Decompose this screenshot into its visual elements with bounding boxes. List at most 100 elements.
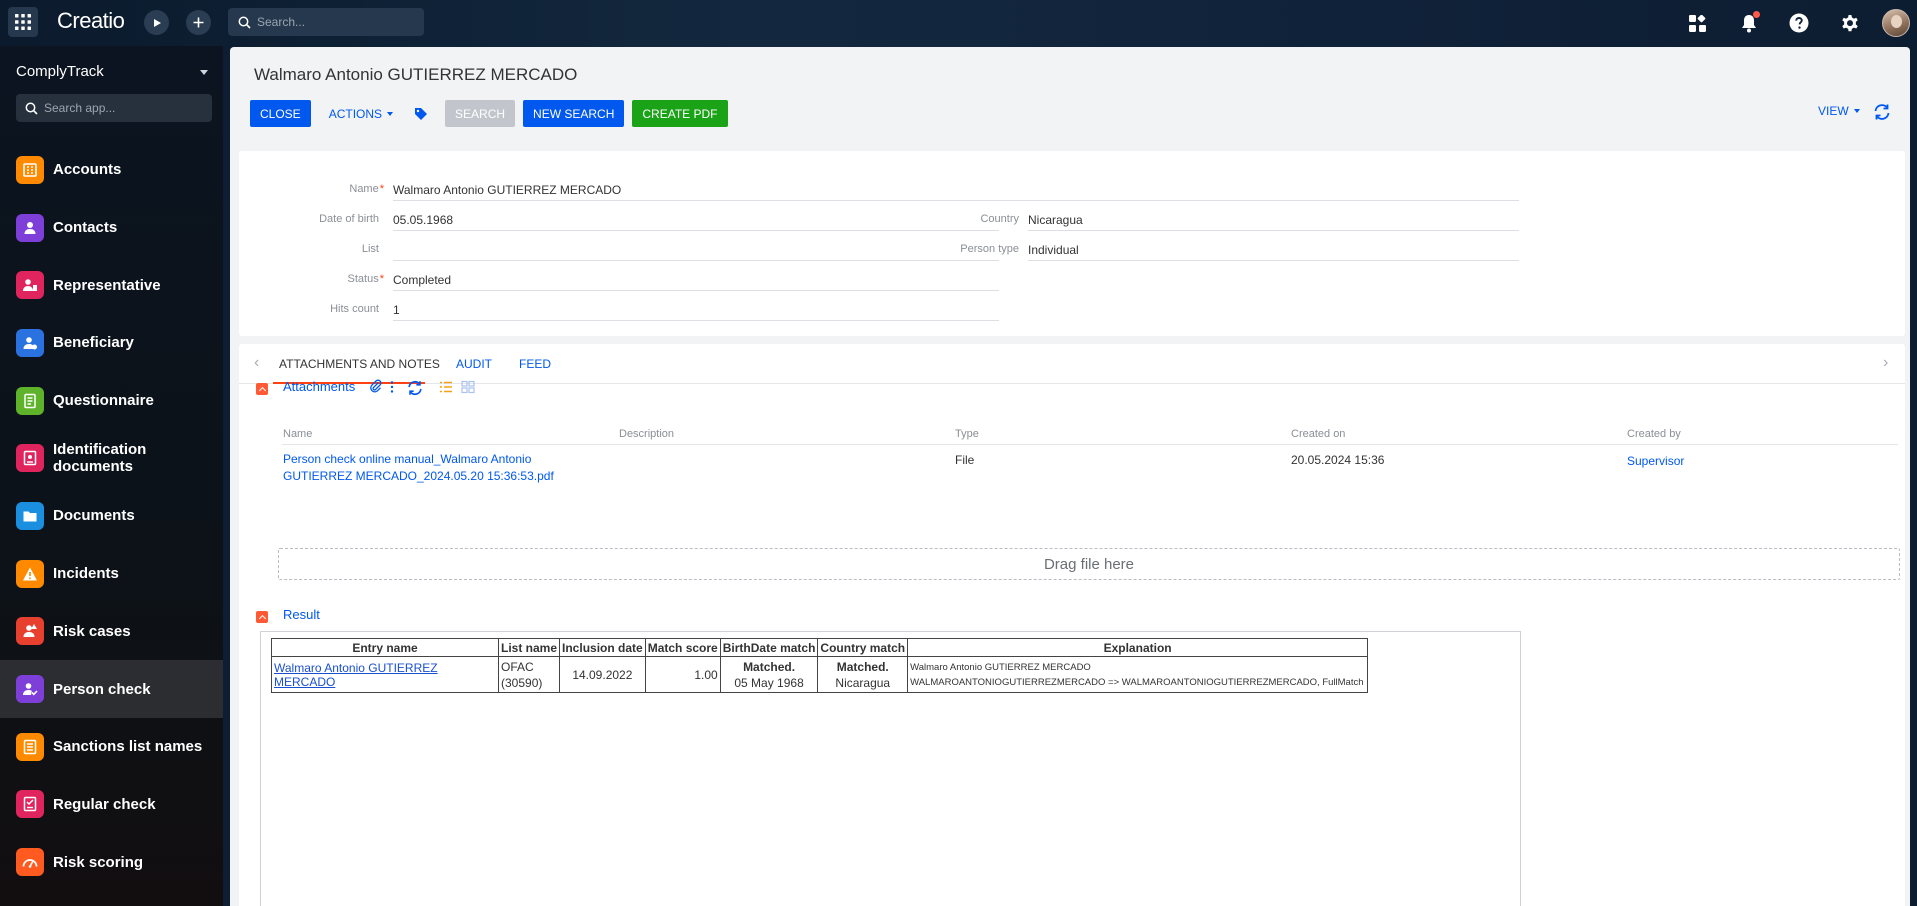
tab-attachments-and-notes[interactable]: ATTACHMENTS AND NOTES bbox=[279, 357, 440, 371]
result-collapse-toggle[interactable] bbox=[256, 611, 268, 623]
country-match-value: Nicaragua bbox=[820, 675, 905, 691]
attachments-collapse-toggle[interactable] bbox=[256, 383, 268, 395]
folder-icon bbox=[16, 502, 44, 530]
sidebar-item-questionnaire[interactable]: Questionnaire bbox=[0, 372, 223, 430]
sidebar-item-incidents[interactable]: Incidents bbox=[0, 545, 223, 603]
app-launcher-button[interactable] bbox=[8, 7, 38, 37]
record-card: Name* Walmaro Antonio GUTIERREZ MERCADO … bbox=[239, 151, 1905, 336]
sidebar-item-label: Sanctions list names bbox=[53, 738, 202, 755]
user-avatar[interactable] bbox=[1882, 9, 1910, 37]
tab-feed[interactable]: FEED bbox=[519, 357, 551, 371]
sidebar-item-regular-check[interactable]: Regular check bbox=[0, 776, 223, 834]
result-header-list-name: List name bbox=[499, 639, 560, 657]
more-vertical-icon[interactable] bbox=[385, 380, 399, 394]
run-process-button[interactable] bbox=[144, 10, 169, 35]
tabs-scroll-right-icon[interactable]: › bbox=[1883, 357, 1895, 371]
global-search[interactable] bbox=[228, 8, 424, 36]
page-title: Walmaro Antonio GUTIERREZ MERCADO bbox=[254, 65, 577, 85]
global-search-input[interactable] bbox=[257, 15, 417, 29]
help-button[interactable] bbox=[1787, 11, 1811, 35]
search-icon bbox=[25, 102, 38, 115]
app-search-input[interactable] bbox=[44, 101, 204, 115]
sidebar-item-sanctions-list-names[interactable]: Sanctions list names bbox=[0, 718, 223, 776]
chevron-down-icon bbox=[1854, 109, 1860, 113]
tile-view-icon[interactable] bbox=[461, 380, 475, 394]
sidebar-item-label: Contacts bbox=[53, 219, 117, 236]
settings-button[interactable] bbox=[1838, 11, 1862, 35]
attachment-created-by-link[interactable]: Supervisor bbox=[1627, 453, 1684, 470]
actions-label: ACTIONS bbox=[329, 107, 382, 121]
help-icon bbox=[1789, 13, 1809, 33]
sidebar-item-label: Regular check bbox=[53, 796, 156, 813]
sanctions-list-icon bbox=[16, 733, 44, 761]
create-pdf-button[interactable]: CREATE PDF bbox=[632, 100, 727, 127]
result-header-birthdate-match: BirthDate match bbox=[720, 639, 818, 657]
dashboard-apps-button[interactable] bbox=[1685, 11, 1709, 35]
person-check-icon bbox=[16, 675, 44, 703]
attachment-type: File bbox=[955, 453, 974, 467]
name-field[interactable]: Walmaro Antonio GUTIERREZ MERCADO bbox=[393, 179, 1519, 201]
explanation-line: Walmaro Antonio GUTIERREZ MERCADO bbox=[910, 660, 1365, 675]
tab-audit[interactable]: AUDIT bbox=[456, 357, 492, 371]
search-button[interactable]: SEARCH bbox=[445, 100, 515, 127]
close-button[interactable]: CLOSE bbox=[250, 100, 311, 127]
sidebar-item-label: Identification documents bbox=[53, 441, 173, 475]
sidebar-item-documents[interactable]: Documents bbox=[0, 487, 223, 545]
sidebar-item-person-check[interactable]: Person check bbox=[0, 660, 223, 718]
identification-icon bbox=[16, 444, 44, 472]
column-header-created-on[interactable]: Created on bbox=[1291, 428, 1345, 440]
attachments-header-divider bbox=[282, 444, 1898, 445]
file-dropzone[interactable]: Drag file here bbox=[278, 548, 1900, 580]
sidebar-item-beneficiary[interactable]: Beneficiary bbox=[0, 314, 223, 372]
warning-icon bbox=[16, 560, 44, 588]
list-id-text: (30590) bbox=[501, 675, 557, 691]
entry-name-link[interactable]: Walmaro Antonio GUTIERREZ MERCADO bbox=[274, 661, 438, 689]
accounts-icon bbox=[16, 156, 44, 184]
list-label: List bbox=[239, 243, 379, 255]
sidebar-item-label: Incidents bbox=[53, 565, 119, 582]
attachment-name-line: Person check online manual_Walmaro Anton… bbox=[283, 451, 583, 468]
refresh-icon[interactable] bbox=[406, 379, 424, 397]
sidebar-item-accounts[interactable]: Accounts bbox=[0, 141, 223, 199]
sidebar-item-risk-scoring[interactable]: Risk scoring bbox=[0, 833, 223, 891]
sidebar-item-representative[interactable]: Representative bbox=[0, 256, 223, 314]
notifications-button[interactable] bbox=[1737, 11, 1761, 35]
play-icon bbox=[152, 18, 162, 28]
app-search[interactable] bbox=[16, 94, 212, 122]
hits-count-label: Hits count bbox=[239, 303, 379, 315]
sidebar-item-contacts[interactable]: Contacts bbox=[0, 199, 223, 257]
view-menu-button[interactable]: VIEW bbox=[1818, 104, 1860, 118]
sidebar-item-label: Representative bbox=[53, 277, 161, 294]
sidebar-item-risk-cases[interactable]: Risk cases bbox=[0, 603, 223, 661]
tabs-scroll-left-icon[interactable]: ‹ bbox=[254, 357, 266, 371]
workspace-title[interactable]: ComplyTrack bbox=[16, 63, 104, 80]
status-field[interactable]: Completed bbox=[393, 269, 999, 291]
attachment-file-link[interactable]: Person check online manual_Walmaro Anton… bbox=[283, 451, 583, 485]
column-header-description[interactable]: Description bbox=[619, 428, 674, 440]
result-title[interactable]: Result bbox=[283, 607, 320, 622]
refresh-button[interactable] bbox=[1872, 102, 1892, 122]
sidebar-item-identification-documents[interactable]: Identification documents bbox=[0, 429, 223, 487]
questionnaire-icon bbox=[16, 387, 44, 415]
person-type-field[interactable]: Individual bbox=[1028, 239, 1519, 261]
quick-add-button[interactable] bbox=[186, 10, 211, 35]
record-toolbar: CLOSE ACTIONS SEARCH NEW SEARCH CREATE P… bbox=[250, 100, 736, 127]
actions-menu-button[interactable]: ACTIONS bbox=[319, 100, 403, 127]
sidebar-nav: Accounts Contacts Representative Benefic… bbox=[0, 141, 223, 891]
list-view-icon[interactable] bbox=[439, 380, 453, 394]
paperclip-icon[interactable] bbox=[369, 379, 383, 393]
attachments-title[interactable]: Attachments bbox=[283, 379, 355, 394]
widgets-icon bbox=[1689, 15, 1706, 32]
column-header-created-by[interactable]: Created by bbox=[1627, 428, 1681, 440]
result-table: Entry name List name Inclusion date Matc… bbox=[271, 638, 1368, 693]
new-search-button[interactable]: NEW SEARCH bbox=[523, 100, 624, 127]
field-status: Status* Completed bbox=[239, 267, 999, 291]
column-header-name[interactable]: Name bbox=[283, 428, 312, 440]
brand-logo[interactable]: Creatio bbox=[57, 8, 124, 34]
column-header-type[interactable]: Type bbox=[955, 428, 979, 440]
hits-count-field[interactable]: 1 bbox=[393, 299, 999, 321]
workspace-chevron-down-icon[interactable] bbox=[200, 70, 208, 75]
tag-button[interactable] bbox=[407, 100, 435, 127]
birthdate-match-status: Matched. bbox=[723, 659, 816, 675]
country-field[interactable]: Nicaragua bbox=[1028, 209, 1519, 231]
